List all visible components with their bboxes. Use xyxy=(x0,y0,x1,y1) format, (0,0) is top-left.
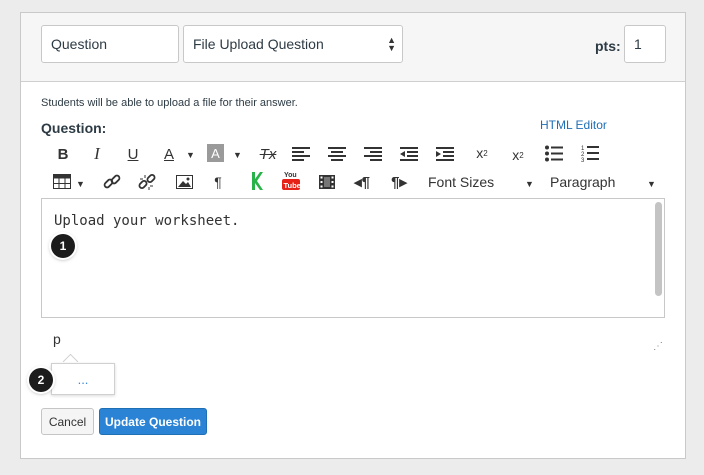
more-options-popup[interactable]: ... xyxy=(51,363,115,395)
svg-text:3: 3 xyxy=(581,158,585,162)
rich-text-editor[interactable]: Upload your worksheet. xyxy=(41,198,665,318)
question-editor-card: Question File Upload Question ▲ ▼ pts: 1 … xyxy=(20,12,686,459)
rtl-icon[interactable]: ¶▸ xyxy=(389,171,409,193)
points-value: 1 xyxy=(634,36,642,52)
element-path-label: p xyxy=(53,331,61,347)
link-icon[interactable] xyxy=(103,173,121,191)
kaltura-icon[interactable] xyxy=(250,172,264,190)
align-right-icon[interactable] xyxy=(364,146,382,162)
question-description: Students will be able to upload a file f… xyxy=(41,97,298,109)
clear-formatting-icon[interactable]: Tx xyxy=(257,143,279,165)
resize-handle-icon[interactable]: ⋰ xyxy=(653,341,663,352)
paragraph-format-caret-icon[interactable]: ▼ xyxy=(647,179,656,189)
update-question-button[interactable]: Update Question xyxy=(99,408,207,435)
select-arrows-icon: ▲ ▼ xyxy=(387,35,396,53)
bold-icon[interactable]: B xyxy=(54,143,72,165)
points-label: pts: xyxy=(595,38,621,54)
media-icon[interactable] xyxy=(319,175,335,189)
table-caret-icon[interactable]: ▼ xyxy=(76,179,85,189)
question-type-select[interactable]: File Upload Question ▲ ▼ xyxy=(183,25,403,63)
question-type-value: File Upload Question xyxy=(193,36,324,52)
numbered-list-icon[interactable]: 1 2 3 xyxy=(581,144,599,162)
image-icon[interactable] xyxy=(176,175,193,189)
superscript-icon[interactable]: x2 xyxy=(472,142,492,164)
callout-1: 1 xyxy=(51,234,75,258)
callout-2: 2 xyxy=(29,368,53,392)
font-sizes-caret-icon[interactable]: ▼ xyxy=(525,179,534,189)
editor-scrollbar[interactable] xyxy=(655,202,662,296)
text-color-caret-icon[interactable]: ▼ xyxy=(186,150,195,160)
italic-icon[interactable]: I xyxy=(88,143,106,165)
youtube-icon[interactable]: You Tube xyxy=(282,170,300,192)
question-name-value: Question xyxy=(51,36,108,52)
font-sizes-label[interactable]: Font Sizes xyxy=(428,174,494,190)
cancel-button[interactable]: Cancel xyxy=(41,408,94,435)
ltr-icon[interactable]: ◂¶ xyxy=(352,171,372,193)
background-color-icon[interactable]: A xyxy=(207,144,224,162)
svg-text:Tube: Tube xyxy=(284,181,301,190)
question-name-input[interactable]: Question xyxy=(41,25,179,63)
editor-content[interactable]: Upload your worksheet. xyxy=(54,213,239,229)
svg-text:You: You xyxy=(284,172,297,179)
underline-icon[interactable]: U xyxy=(124,143,142,165)
indent-icon[interactable] xyxy=(436,146,454,162)
bullet-list-icon[interactable] xyxy=(545,145,563,162)
paragraph-format-label[interactable]: Paragraph xyxy=(550,174,615,190)
table-icon[interactable] xyxy=(53,174,71,189)
question-label: Question: xyxy=(41,120,107,136)
unlink-icon[interactable] xyxy=(138,173,156,191)
background-color-caret-icon[interactable]: ▼ xyxy=(233,150,242,160)
question-header: Question File Upload Question ▲ ▼ pts: 1 xyxy=(21,13,685,82)
align-left-icon[interactable] xyxy=(292,146,310,162)
paragraph-icon[interactable]: ¶ xyxy=(211,171,225,193)
html-editor-link[interactable]: HTML Editor xyxy=(540,118,607,132)
outdent-icon[interactable] xyxy=(400,146,418,162)
subscript-icon[interactable]: x2 xyxy=(508,144,528,166)
align-center-icon[interactable] xyxy=(328,146,346,162)
text-color-icon[interactable]: A xyxy=(160,143,178,165)
points-input[interactable]: 1 xyxy=(624,25,666,63)
